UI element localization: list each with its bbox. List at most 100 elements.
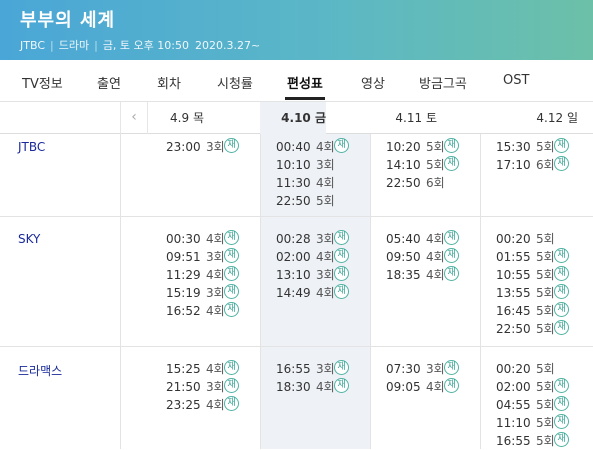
air-time: 11:29 bbox=[166, 268, 201, 282]
channel-label[interactable]: 드라맥스 bbox=[18, 362, 62, 379]
rerun-badge-icon: 재 bbox=[554, 432, 569, 447]
rerun-badge-icon: 재 bbox=[224, 138, 239, 153]
channel-label[interactable]: SKY bbox=[18, 232, 40, 246]
rerun-badge-icon: 재 bbox=[554, 378, 569, 393]
column-divider bbox=[370, 134, 371, 449]
episode-number: 3회 bbox=[206, 250, 225, 264]
schedule-entry: 10:20 5회 재 bbox=[386, 138, 459, 156]
air-time: 16:45 bbox=[496, 304, 531, 318]
schedule-entry: 00:40 4회 재 bbox=[276, 138, 349, 156]
rerun-badge-icon: 재 bbox=[554, 156, 569, 171]
schedule-entry: 14:10 5회 재 bbox=[386, 156, 459, 174]
air-time: 13:10 bbox=[276, 268, 311, 282]
episode-number: 5회 bbox=[536, 416, 555, 430]
rerun-badge-icon: 재 bbox=[224, 248, 239, 263]
program-header: 부부의 세계 JTBC | 드라마 | 금, 토 오후 10:50 2020.3.27~ bbox=[0, 0, 593, 60]
rerun-badge-icon: 재 bbox=[554, 248, 569, 263]
air-time: 18:35 bbox=[386, 268, 421, 282]
tab-7[interactable]: OST bbox=[503, 73, 529, 88]
episode-number: 4회 bbox=[426, 268, 445, 282]
schedule-entry: 13:10 3회 재 bbox=[276, 266, 349, 284]
schedule-entry: 01:55 5회 재 bbox=[496, 248, 569, 266]
tab-2[interactable]: 회차 bbox=[157, 73, 181, 92]
air-time: 13:55 bbox=[496, 286, 531, 300]
episode-number: 5회 bbox=[536, 250, 555, 264]
air-time: 22:50 bbox=[276, 194, 311, 208]
rerun-badge-icon: 재 bbox=[444, 248, 459, 263]
rerun-badge-icon: 재 bbox=[444, 360, 459, 375]
air-time: 04:55 bbox=[496, 398, 531, 412]
rerun-badge-icon: 재 bbox=[224, 302, 239, 317]
rerun-badge-icon: 재 bbox=[444, 230, 459, 245]
rerun-badge-icon: 재 bbox=[554, 320, 569, 335]
date-column-header[interactable]: 4.9 목 bbox=[148, 102, 204, 134]
schedule-entry: 22:50 5회 재 bbox=[496, 320, 569, 338]
schedule-entry: 22:50 5회 bbox=[276, 192, 335, 210]
date-column-header[interactable]: 4.10 금 bbox=[260, 102, 326, 134]
episode-number: 4회 bbox=[206, 304, 225, 318]
rerun-badge-icon: 재 bbox=[444, 378, 459, 393]
rerun-badge-icon: 재 bbox=[554, 284, 569, 299]
program-title[interactable]: 부부의 세계 bbox=[20, 6, 115, 32]
tab-4[interactable]: 편성표 bbox=[285, 73, 325, 100]
rerun-badge-icon: 재 bbox=[224, 396, 239, 411]
air-time: 15:30 bbox=[496, 140, 531, 154]
air-time: 00:20 bbox=[496, 362, 531, 376]
episode-number: 4회 bbox=[316, 380, 335, 394]
schedule-entry: 16:55 5회 재 bbox=[496, 432, 569, 450]
tab-0[interactable]: TV정보 bbox=[22, 73, 63, 92]
episode-number: 4회 bbox=[206, 362, 225, 376]
episode-number: 3회 bbox=[206, 380, 225, 394]
channel-label[interactable]: JTBC bbox=[18, 140, 45, 154]
schedule-entry: 13:55 5회 재 bbox=[496, 284, 569, 302]
tab-5[interactable]: 영상 bbox=[361, 73, 385, 92]
air-time: 23:00 bbox=[166, 140, 201, 154]
episode-number: 4회 bbox=[206, 232, 225, 246]
row-divider bbox=[0, 216, 593, 217]
episode-number: 5회 bbox=[536, 232, 555, 246]
tab-3[interactable]: 시청률 bbox=[217, 73, 253, 92]
schedule-entry: 00:30 4회 재 bbox=[166, 230, 239, 248]
schedule-entry: 23:25 4회 재 bbox=[166, 396, 239, 414]
prev-date-button[interactable]: ‹ bbox=[120, 102, 148, 134]
air-time: 09:51 bbox=[166, 250, 201, 264]
date-navigation: ‹ 4.9 목 4.10 금 4.11 토 4.12 일 bbox=[0, 102, 593, 134]
tab-1[interactable]: 출연 bbox=[97, 73, 121, 92]
air-time: 02:00 bbox=[276, 250, 311, 264]
air-time: 17:10 bbox=[496, 158, 531, 172]
rerun-badge-icon: 재 bbox=[334, 248, 349, 263]
schedule-entry: 04:55 5회 재 bbox=[496, 396, 569, 414]
program-meta: JTBC | 드라마 | 금, 토 오후 10:50 2020.3.27~ bbox=[20, 37, 260, 53]
date-column-header[interactable]: 4.11 토 bbox=[370, 102, 437, 134]
rerun-badge-icon: 재 bbox=[554, 414, 569, 429]
schedule-entry: 00:28 3회 재 bbox=[276, 230, 349, 248]
episode-number: 4회 bbox=[316, 286, 335, 300]
episode-number: 4회 bbox=[206, 268, 225, 282]
air-time: 15:19 bbox=[166, 286, 201, 300]
column-divider bbox=[260, 134, 261, 449]
air-time: 05:40 bbox=[386, 232, 421, 246]
schedule-entry: 16:52 4회 재 bbox=[166, 302, 239, 320]
schedule-entry: 05:40 4회 재 bbox=[386, 230, 459, 248]
air-time: 18:30 bbox=[276, 380, 311, 394]
tab-6[interactable]: 방금그곡 bbox=[419, 73, 467, 92]
schedule-entry: 15:25 4회 재 bbox=[166, 360, 239, 378]
air-time: 16:55 bbox=[276, 362, 311, 376]
episode-number: 5회 bbox=[536, 268, 555, 282]
episode-number: 5회 bbox=[426, 158, 445, 172]
date-column-header[interactable]: 4.12 일 bbox=[480, 102, 578, 134]
schedule-entry: 18:30 4회 재 bbox=[276, 378, 349, 396]
episode-number: 5회 bbox=[536, 304, 555, 318]
episode-number: 5회 bbox=[536, 434, 555, 448]
rerun-badge-icon: 재 bbox=[444, 138, 459, 153]
air-time: 00:28 bbox=[276, 232, 311, 246]
schedule-entry: 15:30 5회 재 bbox=[496, 138, 569, 156]
schedule-entry: 09:51 3회 재 bbox=[166, 248, 239, 266]
episode-number: 5회 bbox=[536, 322, 555, 336]
rerun-badge-icon: 재 bbox=[554, 302, 569, 317]
schedule-entry: 18:35 4회 재 bbox=[386, 266, 459, 284]
air-time: 11:10 bbox=[496, 416, 531, 430]
episode-number: 4회 bbox=[426, 250, 445, 264]
schedule-entry: 23:00 3회 재 bbox=[166, 138, 239, 156]
episode-number: 5회 bbox=[426, 140, 445, 154]
